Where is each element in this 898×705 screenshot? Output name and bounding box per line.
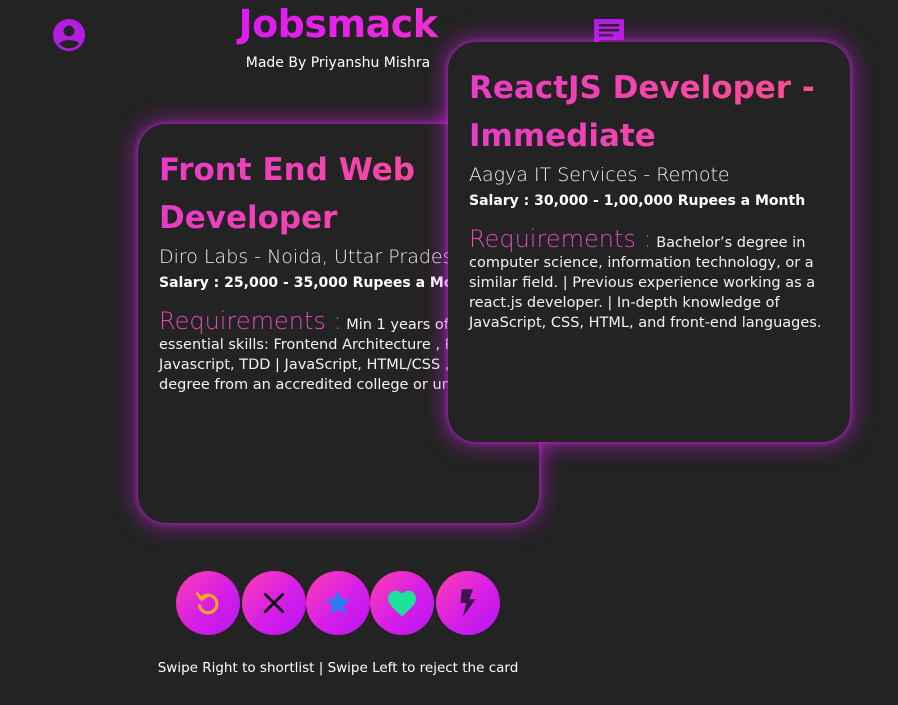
requirements-label: Requirements : xyxy=(469,225,652,253)
job-card-front[interactable]: ReactJS Developer - Immediate Aagya IT S… xyxy=(448,42,850,442)
job-title-line-1: ReactJS Developer - xyxy=(469,70,815,106)
app-title: Jobsmack xyxy=(0,2,676,46)
super-like-button[interactable] xyxy=(306,571,370,635)
boost-button[interactable] xyxy=(436,571,500,635)
undo-icon xyxy=(195,592,219,615)
job-title: ReactJS Developer - Immediate xyxy=(469,64,830,160)
reject-button[interactable] xyxy=(242,571,306,635)
swipe-hint: Swipe Right to shortlist | Swipe Left to… xyxy=(157,660,519,676)
like-button[interactable] xyxy=(370,571,434,635)
close-icon xyxy=(263,592,285,614)
lightning-icon xyxy=(460,589,476,617)
requirements-label: Requirements : xyxy=(159,307,342,335)
app-root: Jobsmack Made By Priyanshu Mishra Front … xyxy=(0,0,898,705)
heart-icon xyxy=(388,590,416,617)
requirements: Requirements : Bachelor’s degree in comp… xyxy=(469,227,830,333)
undo-button[interactable] xyxy=(176,571,240,635)
action-bar xyxy=(176,571,502,635)
company-location: Aagya IT Services - Remote xyxy=(469,164,730,186)
job-title-line-2: Immediate xyxy=(469,118,656,154)
salary: Salary : 30,000 - 1,00,000 Rupees a Mont… xyxy=(469,193,806,209)
star-icon xyxy=(325,590,351,615)
